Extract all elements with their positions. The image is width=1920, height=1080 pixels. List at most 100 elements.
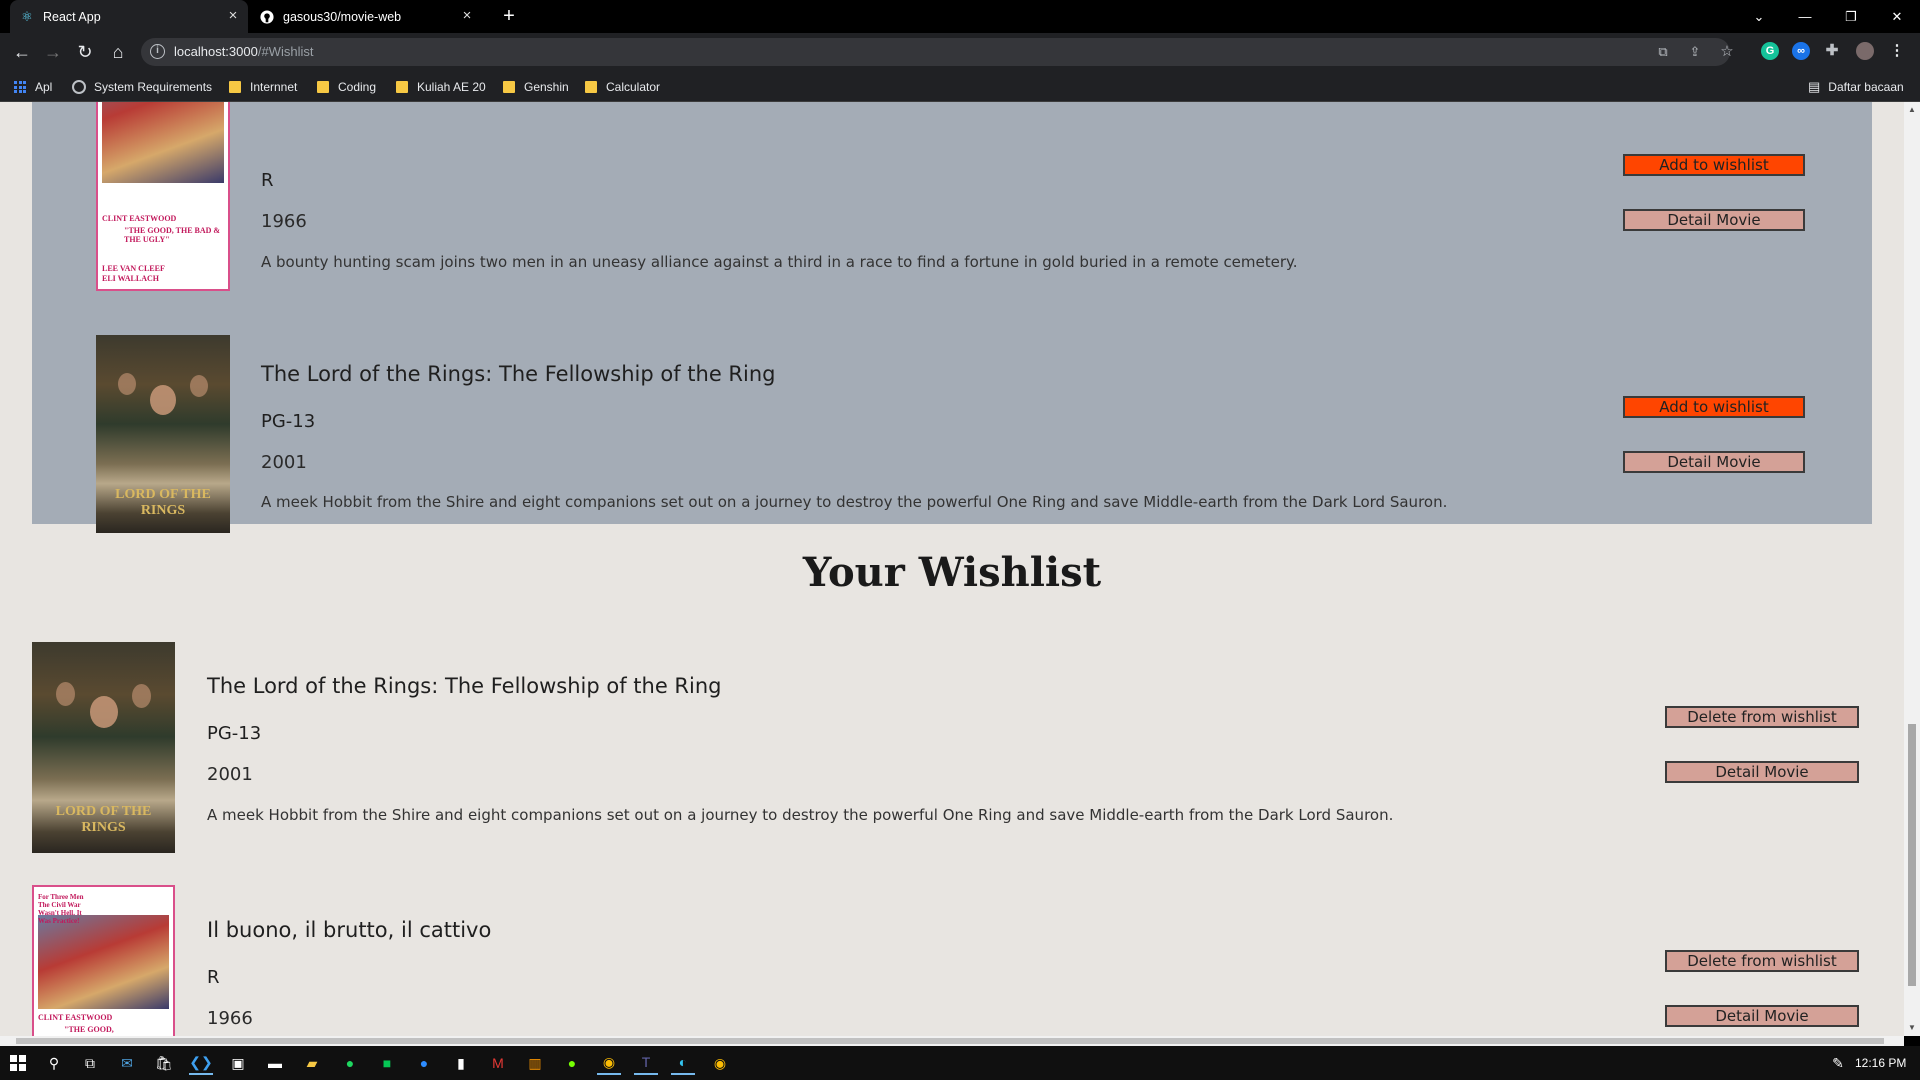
wishlist-heading: Your Wishlist	[802, 549, 1102, 596]
taskbar-clock[interactable]: 12:16 PM	[1855, 1056, 1906, 1070]
chrome-icon[interactable]: ◉	[597, 1051, 621, 1075]
bookmark-star-icon[interactable]: ☆	[1718, 43, 1736, 61]
close-tab-icon[interactable]: ×	[226, 8, 240, 23]
horizontal-scroll-thumb[interactable]	[16, 1038, 1884, 1044]
site-info-icon[interactable]: i	[150, 44, 165, 59]
detail-movie-button[interactable]: Detail Movie	[1623, 451, 1805, 473]
movie-year: 1966	[261, 211, 307, 232]
detail-movie-button[interactable]: Detail Movie	[1623, 209, 1805, 231]
translate-icon[interactable]: ⧉	[1654, 43, 1672, 61]
vertical-scrollbar[interactable]: ▲ ▼	[1904, 102, 1920, 1036]
movie-results-panel: CLINT EASTWOOD "THE GOOD, THE BAD & THE …	[32, 102, 1872, 533]
edge-icon[interactable]: ◐	[671, 1051, 695, 1075]
tab-search-icon[interactable]: ⌄	[1736, 0, 1782, 33]
pen-icon[interactable]: ✎	[1826, 1051, 1850, 1075]
movie-title: Il buono, il brutto, il cattivo	[207, 918, 492, 942]
scroll-down-icon[interactable]: ▼	[1908, 1024, 1916, 1032]
close-tab-icon[interactable]: ×	[460, 8, 474, 23]
menu-icon[interactable]: ⋮	[1888, 42, 1906, 60]
extension-icon[interactable]: ∞	[1792, 42, 1810, 60]
folder-icon	[585, 81, 597, 93]
movie-description: A meek Hobbit from the Shire and eight c…	[261, 493, 1448, 511]
wishlist-item: LORD OF THE RINGS The Lord of the Rings:…	[32, 639, 1872, 853]
scroll-thumb[interactable]	[1908, 724, 1916, 986]
line-icon[interactable]: ■	[375, 1051, 399, 1075]
page-viewport: CLINT EASTWOOD "THE GOOD, THE BAD & THE …	[0, 102, 1904, 1036]
movie-poster: LORD OF THE RINGS	[32, 642, 175, 853]
close-window-button[interactable]: ✕	[1874, 0, 1920, 33]
delete-from-wishlist-button[interactable]: Delete from wishlist	[1665, 706, 1859, 728]
bookmark-calculator[interactable]: Calculator	[585, 78, 660, 96]
bookmark-genshin[interactable]: Genshin	[503, 78, 569, 96]
teams-icon[interactable]: T	[634, 1051, 658, 1075]
movie-poster: LORD OF THE RINGS	[96, 335, 230, 533]
minimize-button[interactable]: —	[1782, 0, 1828, 33]
bookmark-system-requirements[interactable]: System Requirements	[72, 78, 212, 96]
app-green-icon[interactable]: ●	[560, 1051, 584, 1075]
tab-title: React App	[43, 9, 101, 24]
scroll-up-icon[interactable]: ▲	[1908, 106, 1916, 114]
share-icon[interactable]: ⇪	[1686, 43, 1704, 61]
chart-app-icon[interactable]: ▥	[523, 1051, 547, 1075]
avatar[interactable]	[1856, 42, 1874, 60]
gear-icon	[72, 80, 86, 94]
movie-card: LORD OF THE RINGS The Lord of the Rings:…	[32, 335, 1872, 535]
reading-list[interactable]: ▤ Daftar bacaan	[1808, 78, 1904, 96]
forward-icon[interactable]: →	[41, 40, 65, 64]
tab-title: gasous30/movie-web	[283, 9, 402, 24]
terminal-icon[interactable]: ▬	[263, 1051, 287, 1075]
detail-movie-button[interactable]: Detail Movie	[1665, 1005, 1859, 1027]
movie-rating: PG-13	[261, 411, 316, 432]
address-bar[interactable]: i localhost:3000/#Wishlist ⧉ ⇪ ☆	[141, 38, 1734, 66]
movie-title: The Lord of the Rings: The Fellowship of…	[261, 362, 776, 386]
delete-from-wishlist-button[interactable]: Delete from wishlist	[1665, 950, 1859, 972]
restore-button[interactable]: ❐	[1828, 0, 1874, 33]
bookmark-coding[interactable]: Coding	[317, 78, 376, 96]
tab-react-app[interactable]: ⚛ React App ×	[10, 0, 248, 33]
add-to-wishlist-button[interactable]: Add to wishlist	[1623, 396, 1805, 418]
detail-movie-button[interactable]: Detail Movie	[1665, 761, 1859, 783]
mail-app-icon[interactable]: M	[486, 1051, 510, 1075]
folder-icon	[503, 81, 515, 93]
spotify-icon[interactable]: ●	[338, 1051, 362, 1075]
movie-rating: R	[207, 967, 220, 988]
tab-github[interactable]: gasous30/movie-web ×	[250, 0, 482, 33]
movie-year: 2001	[261, 452, 307, 473]
app-icon[interactable]: ▣	[226, 1051, 250, 1075]
chrome-alt-icon[interactable]: ◉	[708, 1051, 732, 1075]
bookmark-kuliah[interactable]: Kuliah AE 20	[396, 78, 486, 96]
movie-poster: For Three Men The Civil War Wasn't Hell.…	[32, 885, 175, 1036]
zoom-icon[interactable]: ●	[412, 1051, 436, 1075]
new-tab-button[interactable]: +	[498, 5, 520, 27]
bookmark-apps[interactable]: Apl	[14, 78, 52, 96]
movie-description: A meek Hobbit from the Shire and eight c…	[207, 806, 1394, 824]
windows-start-icon[interactable]	[6, 1051, 30, 1075]
reload-icon[interactable]: ↻	[73, 40, 97, 64]
url-text: localhost:3000/#Wishlist	[174, 44, 314, 59]
back-icon[interactable]: ←	[10, 40, 34, 64]
movie-title: The Lord of the Rings: The Fellowship of…	[207, 674, 722, 698]
task-view-icon[interactable]: ⧉	[78, 1051, 102, 1075]
home-icon[interactable]: ⌂	[106, 40, 130, 64]
search-icon[interactable]: ⚲	[42, 1051, 66, 1075]
folder-icon	[229, 81, 241, 93]
grammarly-icon[interactable]: G	[1761, 42, 1779, 60]
movie-year: 1966	[207, 1008, 253, 1029]
apps-grid-icon	[14, 81, 26, 93]
puzzle-icon[interactable]: ✚	[1823, 42, 1841, 60]
notes-icon[interactable]: ▮	[449, 1051, 473, 1075]
react-icon: ⚛	[21, 8, 33, 24]
mail-icon[interactable]: ✉	[115, 1051, 139, 1075]
bookmarks-bar: Apl System Requirements Internnet Coding…	[0, 71, 1920, 102]
movie-card: CLINT EASTWOOD "THE GOOD, THE BAD & THE …	[32, 102, 1872, 318]
horizontal-scrollbar[interactable]	[0, 1036, 1904, 1046]
vscode-icon[interactable]: ❮❯	[189, 1051, 213, 1075]
movie-rating: PG-13	[207, 723, 262, 744]
add-to-wishlist-button[interactable]: Add to wishlist	[1623, 154, 1805, 176]
store-icon[interactable]: 🛍	[152, 1051, 176, 1075]
bookmark-internnet[interactable]: Internnet	[229, 78, 297, 96]
movie-description: A bounty hunting scam joins two men in a…	[261, 253, 1298, 271]
file-explorer-icon[interactable]: ▰	[300, 1051, 324, 1075]
windows-taskbar: ⚲ ⧉ ✉ 🛍 ❮❯ ▣ ▬ ▰ ● ■ ● ▮ M ▥ ● ◉ T ◐ ◉ ✎…	[0, 1046, 1920, 1080]
reading-list-icon: ▤	[1808, 79, 1821, 94]
